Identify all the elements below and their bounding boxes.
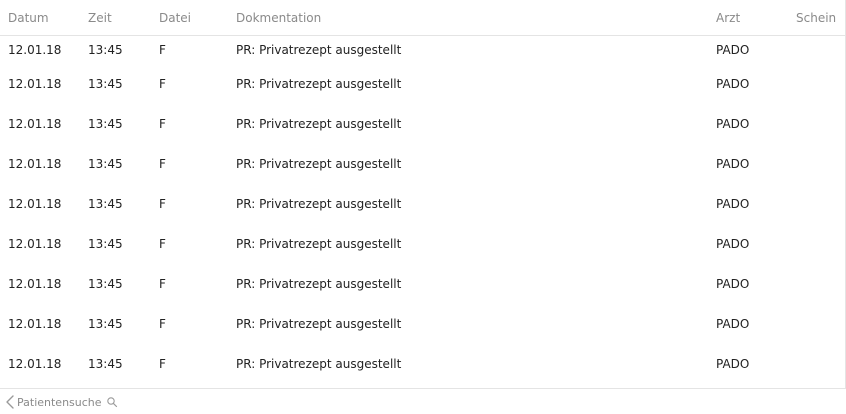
table-row[interactable]: 12.01.18 13:45 F PR: Privatrezept ausgestel…: [0, 36, 845, 64]
table-row[interactable]: 12.01.18 13:45 F PR: Privatrezept ausgestel…: [0, 344, 845, 384]
cell-arzt: PADO: [716, 77, 750, 91]
cell-dokumentation: PR: Privatrezept ausgestellt: [236, 357, 402, 371]
table-row[interactable]: 12.01.18 13:45 F PR: Privatrezept ausgestel…: [0, 144, 845, 184]
chevron-left-icon: [6, 395, 14, 409]
column-header-schein[interactable]: Schein: [796, 11, 836, 25]
cell-datei: F: [159, 277, 166, 291]
cell-datum: 12.01.18: [8, 157, 62, 171]
back-link-label: Patientensuche: [17, 395, 102, 409]
cell-arzt: PADO: [716, 43, 750, 57]
cell-datum: 12.01.18: [8, 117, 62, 131]
table-row[interactable]: 12.01.18 13:45 F PR: Privatrezept ausgestel…: [0, 264, 845, 304]
cell-dokumentation: PR: Privatrezept ausgestellt: [236, 43, 402, 57]
cell-zeit: 13:45: [88, 117, 123, 131]
cell-datum: 12.01.18: [8, 317, 62, 331]
cell-dokumentation: PR: Privatrezept ausgestellt: [236, 197, 402, 211]
cell-zeit: 13:45: [88, 277, 123, 291]
cell-dokumentation: PR: Privatrezept ausgestellt: [236, 277, 402, 291]
column-header-datei[interactable]: Datei: [159, 11, 191, 25]
cell-arzt: PADO: [716, 117, 750, 131]
footer-bar: Patientensuche: [0, 388, 846, 414]
table-body: 12.01.18 13:45 F PR: Privatrezept ausgestel…: [0, 36, 845, 384]
cell-datum: 12.01.18: [8, 237, 62, 251]
column-header-datum[interactable]: Datum: [8, 11, 49, 25]
cell-datum: 12.01.18: [8, 197, 62, 211]
cell-zeit: 13:45: [88, 317, 123, 331]
cell-arzt: PADO: [716, 237, 750, 251]
cell-datei: F: [159, 357, 166, 371]
cell-datei: F: [159, 317, 166, 331]
cell-datum: 12.01.18: [8, 43, 62, 57]
cell-zeit: 13:45: [88, 157, 123, 171]
cell-datei: F: [159, 237, 166, 251]
column-header-dokumentation[interactable]: Dokmentation: [236, 11, 321, 25]
table-row[interactable]: 12.01.18 13:45 F PR: Privatrezept ausgestel…: [0, 304, 845, 344]
cell-datei: F: [159, 43, 166, 57]
table-header: Datum Zeit Datei Dokmentation Arzt Schei…: [0, 0, 845, 36]
cell-datum: 12.01.18: [8, 277, 62, 291]
cell-zeit: 13:45: [88, 237, 123, 251]
cell-dokumentation: PR: Privatrezept ausgestellt: [236, 237, 402, 251]
table-row[interactable]: 12.01.18 13:45 F PR: Privatrezept ausgestel…: [0, 184, 845, 224]
cell-datum: 12.01.18: [8, 77, 62, 91]
table-row[interactable]: 12.01.18 13:45 F PR: Privatrezept ausgestel…: [0, 104, 845, 144]
column-header-zeit[interactable]: Zeit: [88, 11, 112, 25]
cell-datei: F: [159, 157, 166, 171]
cell-dokumentation: PR: Privatrezept ausgestellt: [236, 317, 402, 331]
cell-dokumentation: PR: Privatrezept ausgestellt: [236, 157, 402, 171]
cell-datei: F: [159, 77, 166, 91]
cell-zeit: 13:45: [88, 197, 123, 211]
cell-arzt: PADO: [716, 277, 750, 291]
table-row[interactable]: 12.01.18 13:45 F PR: Privatrezept ausgestel…: [0, 224, 845, 264]
documentation-table: Datum Zeit Datei Dokmentation Arzt Schei…: [0, 0, 846, 388]
cell-zeit: 13:45: [88, 77, 123, 91]
cell-arzt: PADO: [716, 157, 750, 171]
cell-dokumentation: PR: Privatrezept ausgestellt: [236, 117, 402, 131]
cell-arzt: PADO: [716, 357, 750, 371]
cell-zeit: 13:45: [88, 357, 123, 371]
cell-datei: F: [159, 117, 166, 131]
cell-arzt: PADO: [716, 197, 750, 211]
cell-arzt: PADO: [716, 317, 750, 331]
cell-datei: F: [159, 197, 166, 211]
table-row[interactable]: 12.01.18 13:45 F PR: Privatrezept ausgestel…: [0, 64, 845, 104]
search-icon[interactable]: [106, 396, 118, 408]
cell-datum: 12.01.18: [8, 357, 62, 371]
back-to-patientensuche-link[interactable]: Patientensuche: [4, 394, 118, 410]
column-header-arzt[interactable]: Arzt: [716, 11, 740, 25]
cell-dokumentation: PR: Privatrezept ausgestellt: [236, 77, 402, 91]
cell-zeit: 13:45: [88, 43, 123, 57]
